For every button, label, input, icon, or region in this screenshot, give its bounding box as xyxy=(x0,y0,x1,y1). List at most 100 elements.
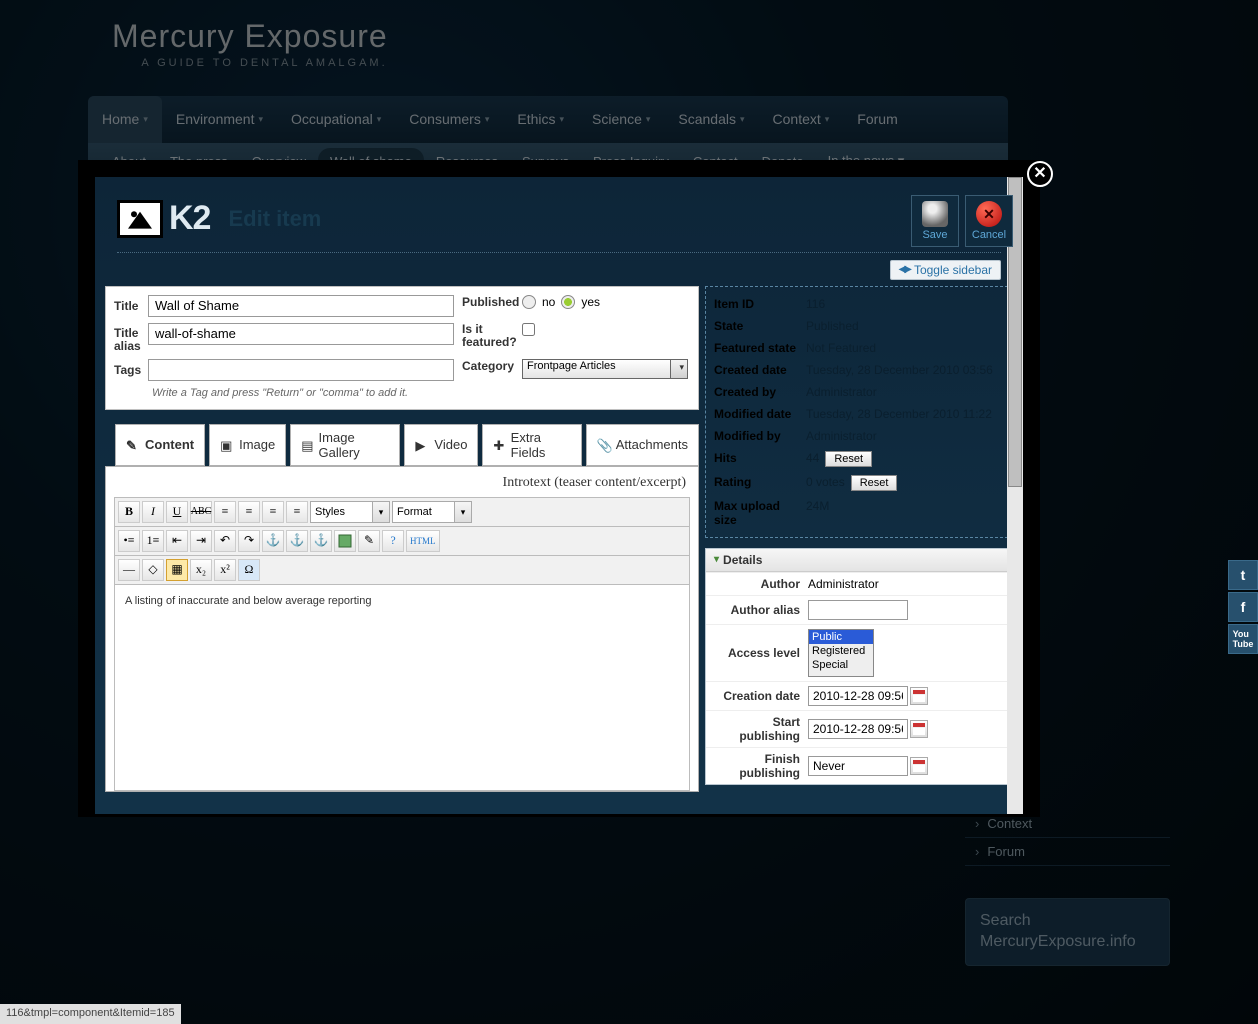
undo-button[interactable]: ↶ xyxy=(214,530,236,552)
info-value: Administrator xyxy=(806,385,877,399)
info-value: Tuesday, 28 December 2010 11:22 xyxy=(806,407,992,421)
tab-label: Image Gallery xyxy=(319,430,390,460)
details-panel: Details AuthorAdministrator Author alias… xyxy=(705,548,1013,785)
start-publish-input[interactable] xyxy=(808,719,908,739)
outdent-button[interactable]: ⇤ xyxy=(166,530,188,552)
info-value: Administrator xyxy=(806,429,877,443)
align-left-button[interactable]: ≡ xyxy=(214,501,236,523)
category-select[interactable]: Frontpage Articles xyxy=(522,359,688,379)
insert-image-button[interactable] xyxy=(334,530,356,552)
option-registered[interactable]: Registered xyxy=(809,644,873,658)
attachment-icon: 📎 xyxy=(597,438,611,452)
tags-input[interactable] xyxy=(148,359,454,381)
tab-attachments[interactable]: 📎Attachments xyxy=(586,424,699,466)
info-value: Published xyxy=(806,319,859,333)
format-select[interactable]: Format xyxy=(392,501,472,523)
alias-input[interactable] xyxy=(148,323,454,345)
reset-hits-button[interactable]: Reset xyxy=(825,451,872,467)
published-no-radio[interactable] xyxy=(522,295,536,309)
sup-button[interactable]: x² xyxy=(214,559,236,581)
redo-button[interactable]: ↷ xyxy=(238,530,260,552)
html-button[interactable]: HTML xyxy=(406,530,440,552)
calendar-icon[interactable] xyxy=(910,757,928,775)
info-value: 116 xyxy=(806,297,825,311)
details-label: Creation date xyxy=(712,689,808,703)
underline-button[interactable]: U xyxy=(166,501,188,523)
author-alias-input[interactable] xyxy=(808,600,908,620)
option-public[interactable]: Public xyxy=(809,630,873,644)
published-yes-radio[interactable] xyxy=(561,295,575,309)
facebook-icon[interactable]: f xyxy=(1228,592,1258,622)
char-button[interactable]: Ω xyxy=(238,559,260,581)
close-icon[interactable]: ✕ xyxy=(1027,161,1053,187)
help-button[interactable]: ? xyxy=(382,530,404,552)
details-label: Access level xyxy=(712,646,808,660)
tab-video[interactable]: ▶ Video xyxy=(404,424,478,466)
video-icon: ▶ xyxy=(415,438,429,452)
twitter-icon[interactable]: t xyxy=(1228,560,1258,590)
k2-logo-icon xyxy=(117,200,163,238)
reset-rating-button[interactable]: Reset xyxy=(851,475,898,491)
arrows-icon: ◀▶ xyxy=(899,264,910,275)
calendar-icon[interactable] xyxy=(910,720,928,738)
link-button[interactable]: ⚓ xyxy=(262,530,284,552)
creation-date-input[interactable] xyxy=(808,686,908,706)
align-right-button[interactable]: ≡ xyxy=(262,501,284,523)
tab-label: Video xyxy=(434,437,467,452)
youtube-icon[interactable]: YouTube xyxy=(1228,624,1258,654)
tab-label: Extra Fields xyxy=(511,430,571,460)
indent-button[interactable]: ⇥ xyxy=(190,530,212,552)
bold-button[interactable]: B xyxy=(118,501,140,523)
alias-label: Title alias xyxy=(114,323,148,353)
option-special[interactable]: Special xyxy=(809,658,873,672)
number-list-button[interactable]: 1≡ xyxy=(142,530,164,552)
cancel-icon xyxy=(976,201,1002,227)
align-center-button[interactable]: ≡ xyxy=(238,501,260,523)
cancel-button[interactable]: Cancel xyxy=(965,195,1013,247)
calendar-icon[interactable] xyxy=(910,687,928,705)
details-header[interactable]: Details xyxy=(706,549,1012,572)
title-input[interactable] xyxy=(148,295,454,317)
table-button[interactable]: ▦ xyxy=(166,559,188,581)
hr-button[interactable]: — xyxy=(118,559,140,581)
k2-brand: K2 xyxy=(169,199,210,238)
introtext-label: Introtext (teaser content/excerpt) xyxy=(114,473,690,497)
content-tabs: ✎Content ▣Image ▤Image Gallery ▶ Video ✚E… xyxy=(105,424,699,466)
editor-textarea[interactable]: A listing of inaccurate and below averag… xyxy=(114,585,690,791)
title-label: Title xyxy=(114,295,148,313)
editor-toolbar: B I U ABC ≡ ≡ ≡ ≡ Styles Format xyxy=(114,497,690,527)
info-label: Hits xyxy=(714,451,806,467)
info-label: Max upload size xyxy=(714,499,806,527)
tab-image-gallery[interactable]: ▤Image Gallery xyxy=(290,424,400,466)
tab-image[interactable]: ▣Image xyxy=(209,424,286,466)
strike-button[interactable]: ABC xyxy=(190,501,212,523)
access-level-select[interactable]: Public Registered Special xyxy=(808,629,874,677)
bullet-list-button[interactable]: •≡ xyxy=(118,530,140,552)
featured-checkbox[interactable] xyxy=(522,323,535,336)
radio-label-no: no xyxy=(542,295,555,309)
pencil-icon: ✎ xyxy=(126,438,140,452)
unlink-button[interactable]: ⚓ xyxy=(286,530,308,552)
info-label: Created by xyxy=(714,385,806,399)
tags-label: Tags xyxy=(114,359,148,377)
italic-button[interactable]: I xyxy=(142,501,164,523)
details-label: Start publishing xyxy=(712,715,808,743)
eraser-button[interactable]: ◇ xyxy=(142,559,164,581)
radio-label-yes: yes xyxy=(581,295,600,309)
styles-select[interactable]: Styles xyxy=(310,501,390,523)
info-label: Item ID xyxy=(714,297,806,311)
scrollbar[interactable] xyxy=(1007,177,1023,814)
sub-button[interactable]: x₂ xyxy=(190,559,212,581)
anchor-button[interactable]: ⚓ xyxy=(310,530,332,552)
finish-publish-input[interactable] xyxy=(808,756,908,776)
info-value: 0 votes xyxy=(806,475,845,489)
cleanup-button[interactable]: ✎ xyxy=(358,530,380,552)
tab-content[interactable]: ✎Content xyxy=(115,424,205,466)
tab-label: Image xyxy=(239,437,275,452)
save-button[interactable]: Save xyxy=(911,195,959,247)
align-justify-button[interactable]: ≡ xyxy=(286,501,308,523)
info-label: Modified by xyxy=(714,429,806,443)
toggle-sidebar-button[interactable]: ◀▶Toggle sidebar xyxy=(890,260,1001,280)
tab-extra-fields[interactable]: ✚Extra Fields xyxy=(482,424,581,466)
info-value: 44 xyxy=(806,451,819,465)
